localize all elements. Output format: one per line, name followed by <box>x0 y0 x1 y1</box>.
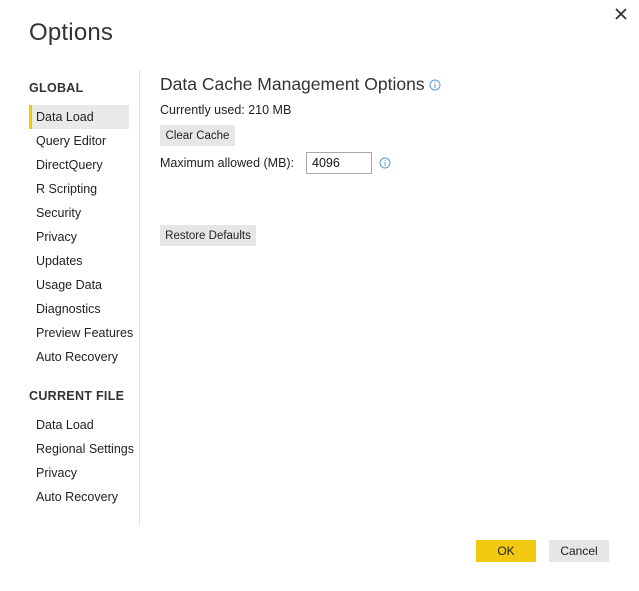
sidebar-item-usage-data[interactable]: Usage Data <box>29 273 129 297</box>
sidebar-item-file-auto-recovery[interactable]: Auto Recovery <box>29 485 129 509</box>
close-icon <box>615 8 627 20</box>
current-file-heading: CURRENT FILE <box>29 389 125 403</box>
section-title: Data Cache Management Options <box>160 74 425 94</box>
sidebar-item-query-editor[interactable]: Query Editor <box>29 129 129 153</box>
sidebar-item-file-privacy[interactable]: Privacy <box>29 461 129 485</box>
sidebar-item-global-data-load[interactable]: Data Load <box>29 105 129 129</box>
max-allowed-label: Maximum allowed (MB): <box>160 156 295 170</box>
dialog-title: Options <box>29 19 114 46</box>
restore-defaults-button[interactable]: Restore Defaults <box>160 225 256 246</box>
global-heading: GLOBAL <box>29 81 84 95</box>
info-icon[interactable] <box>429 79 441 91</box>
cancel-button[interactable]: Cancel <box>549 540 609 562</box>
sidebar-item-directquery[interactable]: DirectQuery <box>29 153 129 177</box>
close-button[interactable] <box>610 4 632 24</box>
currently-used-text: Currently used: 210 MB <box>160 103 292 117</box>
sidebar-item-diagnostics[interactable]: Diagnostics <box>29 297 129 321</box>
sidebar-item-security[interactable]: Security <box>29 201 129 225</box>
sidebar-item-preview-features[interactable]: Preview Features <box>29 321 133 345</box>
sidebar-item-file-data-load[interactable]: Data Load <box>29 413 129 437</box>
max-allowed-info-icon[interactable] <box>379 157 391 169</box>
sidebar-item-regional-settings[interactable]: Regional Settings <box>29 437 134 461</box>
options-dialog: Options GLOBAL Data Load Query Editor Di… <box>0 0 639 591</box>
options-sidebar: GLOBAL Data Load Query Editor DirectQuer… <box>29 70 140 525</box>
sidebar-item-global-privacy[interactable]: Privacy <box>29 225 129 249</box>
sidebar-item-global-auto-recovery[interactable]: Auto Recovery <box>29 345 129 369</box>
ok-button[interactable]: OK <box>476 540 536 562</box>
sidebar-item-r-scripting[interactable]: R Scripting <box>29 177 129 201</box>
sidebar-item-updates[interactable]: Updates <box>29 249 129 273</box>
section-header: Data Cache Management Options <box>160 74 441 95</box>
max-allowed-input[interactable] <box>306 152 372 174</box>
clear-cache-button[interactable]: Clear Cache <box>160 125 235 146</box>
